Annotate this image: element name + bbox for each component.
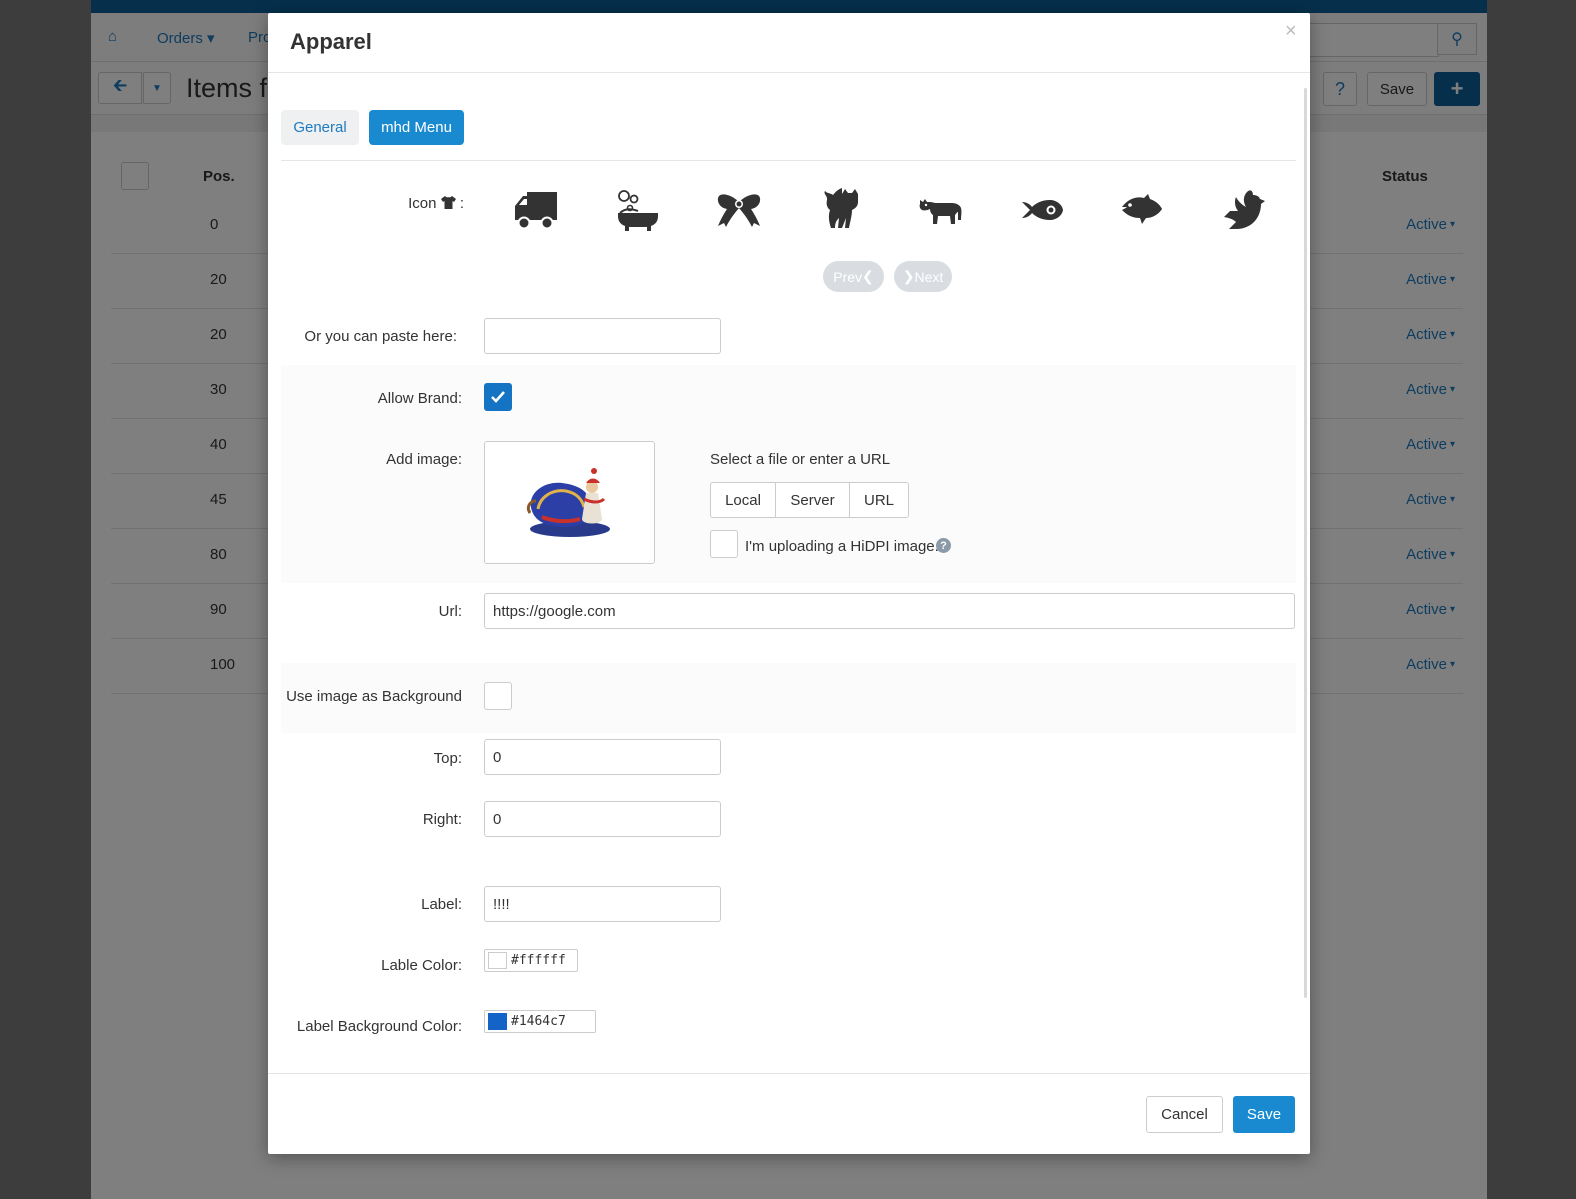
- bath-icon[interactable]: [614, 188, 662, 232]
- add-image-label: Add image:: [386, 451, 462, 468]
- top-input[interactable]: 0: [484, 739, 721, 775]
- fish-icon[interactable]: [1119, 188, 1167, 232]
- allow-brand-label: Allow Brand:: [377, 390, 462, 407]
- tshirt-icon: [440, 196, 456, 209]
- modal-footer: Cancel Save: [268, 1073, 1310, 1155]
- icon-picker: [512, 188, 1272, 232]
- fish-eye-icon[interactable]: [1018, 188, 1066, 232]
- hidpi-checkbox[interactable]: [710, 530, 738, 558]
- label-color-swatch[interactable]: [488, 952, 507, 969]
- next-button[interactable]: ❯ Next: [894, 261, 952, 292]
- truck-icon[interactable]: [512, 188, 560, 232]
- image-source-group: Local Server URL: [710, 482, 909, 518]
- top-label: Top:: [433, 750, 462, 767]
- close-icon[interactable]: ×: [1285, 20, 1297, 43]
- question-icon[interactable]: ?: [936, 538, 951, 553]
- cancel-button[interactable]: Cancel: [1146, 1096, 1223, 1133]
- modal-title: Apparel: [290, 29, 372, 54]
- label-input[interactable]: !!!!: [484, 886, 721, 922]
- dove-icon[interactable]: [1220, 188, 1268, 232]
- label-bg-color-value: #1464c7: [511, 1014, 566, 1029]
- edit-modal: Apparel × General mhd Menu Icon : Prev ❮…: [268, 13, 1310, 1154]
- paste-label: Or you can paste here:: [304, 328, 457, 345]
- url-label: Url:: [438, 603, 462, 620]
- tab-mhd-menu[interactable]: mhd Menu: [369, 110, 464, 145]
- label-bg-color-swatch[interactable]: [488, 1013, 507, 1030]
- label-color-value: #ffffff: [511, 953, 566, 968]
- ribbon-icon[interactable]: [715, 188, 763, 232]
- source-url-button[interactable]: URL: [849, 482, 909, 518]
- paste-icon-input[interactable]: [484, 318, 721, 354]
- cow-icon[interactable]: [917, 188, 965, 232]
- image-preview[interactable]: [484, 441, 655, 564]
- right-input[interactable]: 0: [484, 801, 721, 837]
- genie-lamp-image: [526, 467, 610, 537]
- label-color-label: Lable Color:: [381, 957, 462, 974]
- url-input[interactable]: https://google.com: [484, 593, 1295, 629]
- scrollbar[interactable]: [1304, 88, 1307, 998]
- check-icon: [491, 391, 505, 403]
- icon-label: Icon :: [408, 195, 464, 212]
- label-label: Label:: [421, 896, 462, 913]
- use-bg-label: Use image as Background: [286, 688, 462, 705]
- label-bg-color-label: Label Background Color:: [296, 1018, 462, 1035]
- prev-button[interactable]: Prev ❮: [823, 261, 884, 292]
- label-bg-color-input[interactable]: #1464c7: [484, 1010, 596, 1033]
- cat-icon[interactable]: [816, 188, 864, 232]
- tab-general[interactable]: General: [281, 110, 359, 145]
- modal-header: Apparel ×: [268, 13, 1310, 73]
- use-bg-checkbox[interactable]: [484, 682, 512, 710]
- tab-divider: [281, 160, 1296, 161]
- hidpi-label: I'm uploading a HiDPI image.: [745, 538, 939, 555]
- allow-brand-checkbox[interactable]: [484, 383, 512, 411]
- label-color-input[interactable]: #ffffff: [484, 949, 578, 972]
- save-button[interactable]: Save: [1233, 1096, 1295, 1133]
- right-label: Right:: [422, 811, 462, 828]
- select-file-text: Select a file or enter a URL: [710, 451, 891, 468]
- source-local-button[interactable]: Local: [710, 482, 776, 518]
- source-server-button[interactable]: Server: [775, 482, 850, 518]
